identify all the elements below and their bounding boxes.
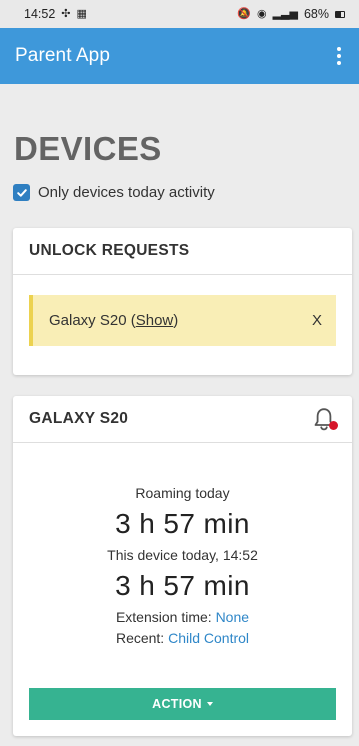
overflow-menu-icon[interactable] xyxy=(329,43,349,69)
mute-icon: 🔕 xyxy=(237,7,251,20)
status-bar: 14:52 ✣ ▦ 🔕 ◉ ▂▃▅ 68% xyxy=(0,0,359,28)
show-request-link[interactable]: Show xyxy=(136,312,174,329)
unlock-requests-card: UNLOCK REQUESTS Galaxy S20 (Show) X xyxy=(13,228,352,375)
notification-bell-button[interactable] xyxy=(312,406,338,432)
extension-time-row: Extension time: None xyxy=(13,607,352,628)
roaming-duration: 3 h 57 min xyxy=(115,508,250,539)
message-icon: ▦ xyxy=(76,7,87,20)
unlock-request-text: Galaxy S20 (Show) xyxy=(49,312,178,329)
status-right: 🔕 ◉ ▂▃▅ 68% xyxy=(237,7,345,21)
page-title: DEVICES xyxy=(14,130,162,167)
device-name: GALAXY S20 xyxy=(29,410,129,427)
status-left: 14:52 ✣ ▦ xyxy=(24,7,87,21)
unlock-request-item: Galaxy S20 (Show) X xyxy=(29,295,336,346)
activity-filter[interactable]: Only devices today activity xyxy=(13,184,215,201)
unlock-requests-header: UNLOCK REQUESTS xyxy=(13,228,352,275)
action-dropdown-button[interactable]: ACTION xyxy=(29,688,336,720)
device-card: GALAXY S20 Roaming today 3 h 57 min This… xyxy=(13,396,352,736)
recent-label: Recent: xyxy=(115,630,169,646)
dropdown-caret-icon xyxy=(206,702,213,706)
status-time: 14:52 xyxy=(24,7,56,21)
device-today-label: This device today, 14:52 xyxy=(107,547,258,563)
device-today-duration: 3 h 57 min xyxy=(115,570,250,601)
device-usage-stats: Roaming today 3 h 57 min This device tod… xyxy=(13,443,352,649)
overflow-dot xyxy=(337,54,341,58)
app-bar: Parent App xyxy=(0,28,359,84)
signal-icon: ▂▃▅ xyxy=(272,7,298,20)
extension-time-label: Extension time: xyxy=(115,609,216,625)
activity-filter-checkbox[interactable] xyxy=(13,184,30,201)
unlock-requests-title: UNLOCK REQUESTS xyxy=(29,242,190,259)
battery-percentage: 68% xyxy=(303,7,329,21)
overflow-dot xyxy=(337,47,341,51)
extension-time-link[interactable]: None xyxy=(216,609,249,625)
roaming-label: Roaming today xyxy=(135,485,230,501)
overflow-dot xyxy=(337,61,341,65)
notification-badge xyxy=(329,421,338,430)
action-button-label: ACTION xyxy=(152,697,202,711)
device-card-header: GALAXY S20 xyxy=(13,396,352,443)
unlock-request-closing-paren: ) xyxy=(173,312,179,329)
recent-activity-link[interactable]: Child Control xyxy=(168,630,249,646)
activity-filter-label: Only devices today activity xyxy=(38,184,215,201)
recent-row: Recent: Child Control xyxy=(13,628,352,649)
app-title: Parent App xyxy=(15,45,111,66)
battery-icon xyxy=(335,10,345,18)
wifi-icon: ◉ xyxy=(256,7,267,20)
dismiss-request-button[interactable]: X xyxy=(312,312,322,329)
unlock-request-device: Galaxy S20 ( xyxy=(49,312,136,329)
notification-icon: ✣ xyxy=(61,7,71,20)
check-icon xyxy=(16,188,27,197)
